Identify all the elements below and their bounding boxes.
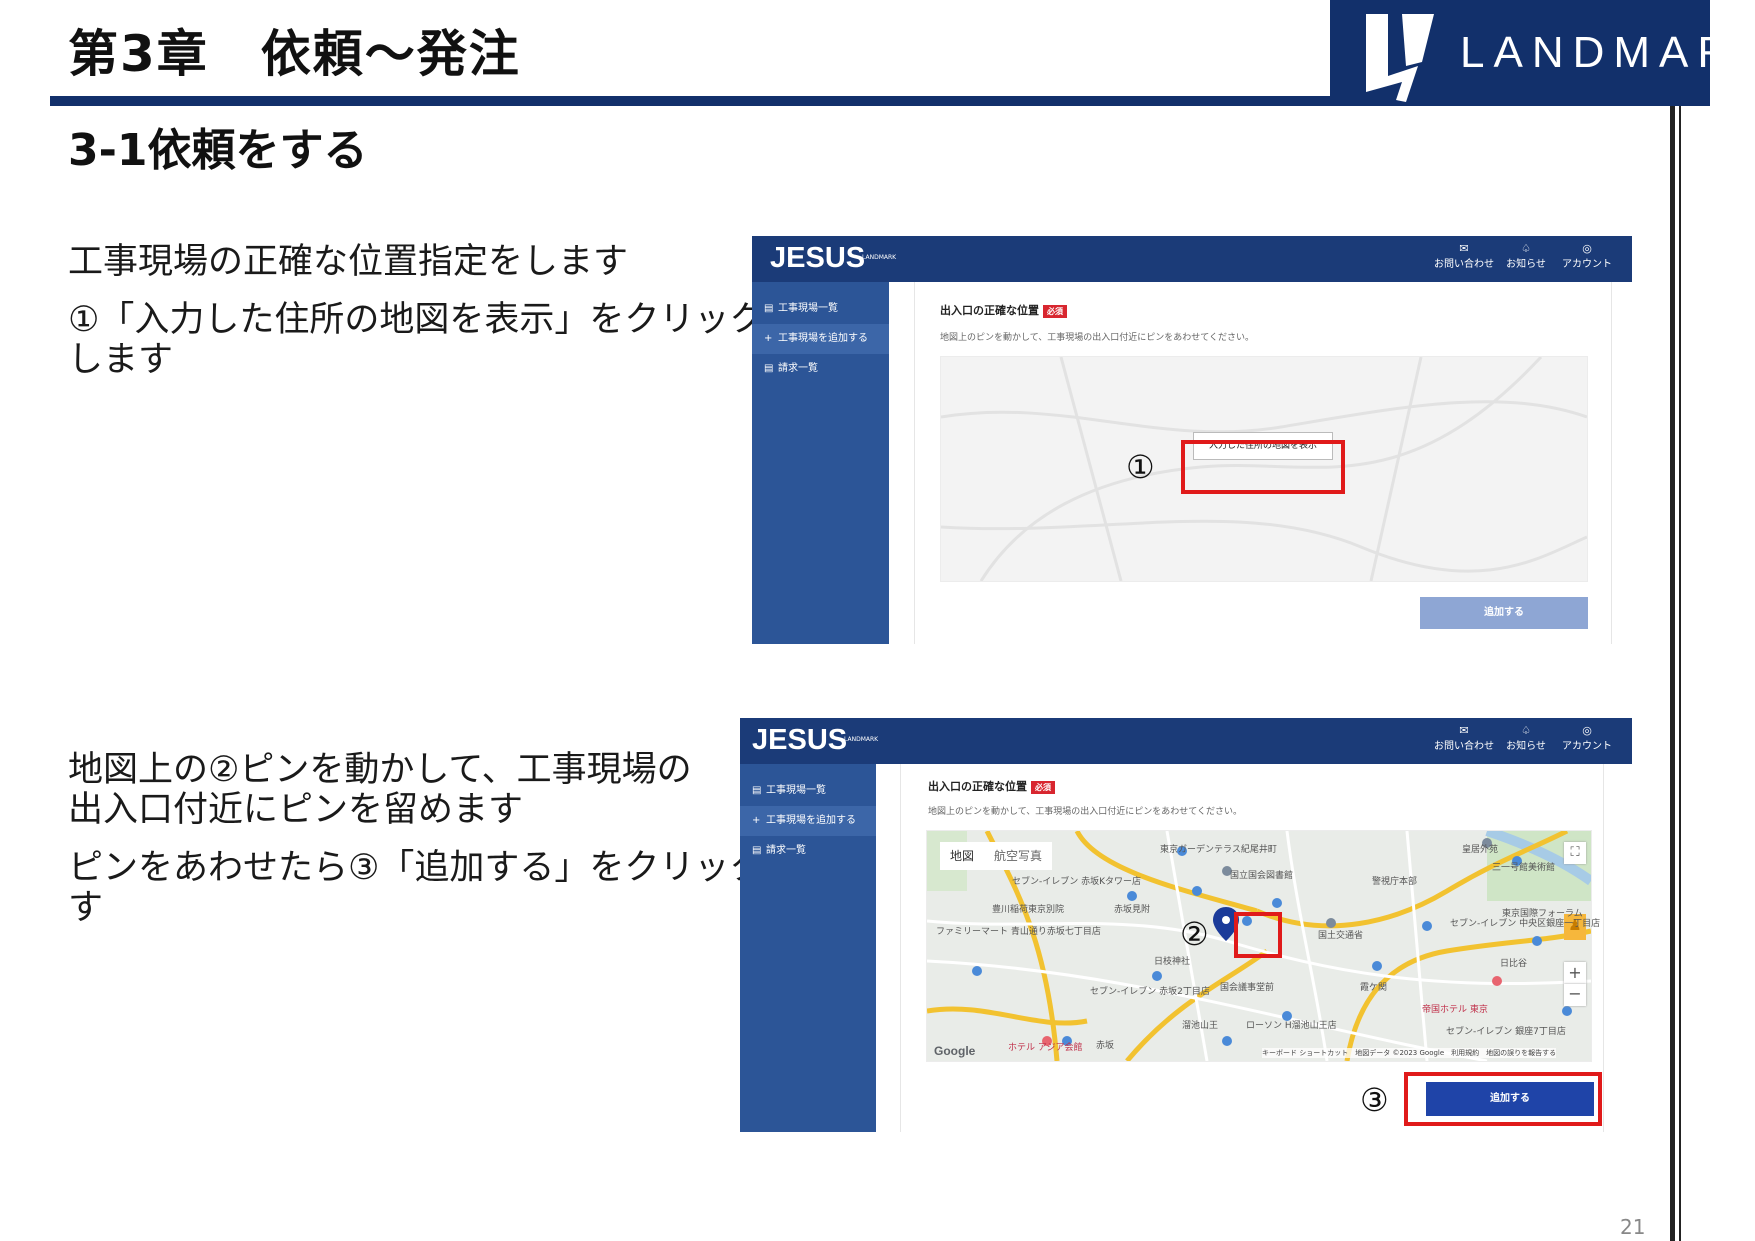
field-help: 地図上のピンを動かして、工事現場の出入口付近にピンをあわせてください。 — [940, 333, 1255, 343]
map-label: 赤坂見附 — [1114, 905, 1151, 915]
map-label: セブン-イレブン 中央区銀座一丁目店 — [1450, 919, 1601, 929]
required-badge-2: 必須 — [1031, 780, 1055, 794]
mail-icon: ✉ — [1459, 242, 1469, 255]
step1-line-2: ①「入力した住所の地図を表示」をクリック — [68, 300, 765, 340]
sidebar-item-invoices-2[interactable]: ▤ 請求一覧 — [740, 836, 876, 866]
nav-account[interactable]: ◎ アカウント — [1558, 242, 1616, 271]
field-label-2: 出入口の正確な位置 必須 — [928, 778, 1055, 794]
google-logo-text: Google — [934, 1044, 976, 1058]
highlight-box-3 — [1404, 1072, 1602, 1126]
field-label: 出入口の正確な位置 必須 — [940, 302, 1067, 318]
map-label: 豊川稲荷東京別院 — [992, 905, 1065, 915]
map-label: 警視庁本部 — [1372, 877, 1418, 887]
highlight-box-2 — [1234, 912, 1282, 958]
sidebar-item-site-list-2[interactable]: ▤ 工事現場一覧 — [740, 776, 876, 806]
app-brand-2: JESUS — [752, 724, 848, 756]
nav-notifications[interactable]: ♤ お知らせ — [1504, 242, 1548, 271]
chapter-title: 第3章 依頼～発注 — [68, 25, 521, 83]
fullscreen-icon[interactable]: ⛶ — [1564, 842, 1586, 864]
add-button-disabled[interactable]: 追加する — [1420, 597, 1588, 629]
map-label: 溜池山王 — [1182, 1021, 1219, 1031]
right-border — [1670, 106, 1675, 1241]
map-label: ファミリーマート 青山通り赤坂七丁目店 — [936, 927, 1101, 937]
field-help-2: 地図上のピンを動かして、工事現場の出入口付近にピンをあわせてください。 — [928, 807, 1243, 817]
sidebar-item-add-site-2[interactable]: + 工事現場を追加する — [740, 806, 876, 836]
step2-line-1: 地図上の②ピンを動かして、工事現場の — [68, 750, 692, 790]
step1-line-1: 工事現場の正確な位置指定をします — [68, 242, 629, 282]
sidebar-item-invoices[interactable]: ▤ 請求一覧 — [752, 354, 889, 384]
map-label: 国会議事堂前 — [1220, 983, 1275, 993]
marker-3: ③ — [1360, 1081, 1389, 1119]
bell-icon: ♤ — [1521, 242, 1531, 255]
map-label: 東京ガーデンテラス紀尾井町 — [1160, 845, 1277, 855]
marker-2: ② — [1180, 915, 1209, 953]
mail-icon: ✉ — [1459, 724, 1469, 737]
clipboard-icon: ▤ — [752, 785, 762, 796]
map-label: 三一号館美術館 — [1492, 863, 1556, 873]
map-label: 日比谷 — [1500, 959, 1528, 969]
nav-notifications-2[interactable]: ♤ お知らせ — [1504, 724, 1548, 753]
right-border-thin — [1679, 106, 1681, 1241]
map-label: セブン-イレブン 銀座7丁目店 — [1446, 1027, 1566, 1037]
required-badge: 必須 — [1043, 304, 1067, 318]
map-label: ホテル アジア会館 — [1008, 1043, 1083, 1053]
map-label: セブン-イレブン 赤坂Kタワー店 — [1012, 877, 1142, 887]
plus-icon: + — [764, 333, 773, 344]
document-icon: ▤ — [764, 363, 774, 374]
app-brand-sub-2: LANDMARK — [844, 736, 879, 743]
sidebar-item-add-site[interactable]: + 工事現場を追加する — [752, 324, 889, 354]
nav-contact[interactable]: ✉ お問い合わせ — [1434, 242, 1494, 271]
map-tab-roadmap[interactable]: 地図 — [940, 842, 985, 870]
nav-account-2[interactable]: ◎ アカウント — [1558, 724, 1616, 753]
step2-line-2: 出入口付近にピンを留めます — [68, 790, 524, 830]
map-label: 国立国会図書館 — [1230, 871, 1294, 881]
map-label: 赤坂 — [1096, 1041, 1115, 1051]
header-rule — [50, 96, 1340, 106]
map-tab-satellite[interactable]: 航空写真 — [984, 842, 1052, 870]
map-credit: キーボード ショートカット 地図データ ©2023 Google 利用規約 地図… — [1262, 1048, 1557, 1058]
zoom-out-button[interactable]: − — [1564, 984, 1586, 1006]
section-title: 3-1依頼をする — [68, 125, 368, 176]
account-icon: ◎ — [1582, 724, 1592, 737]
step1-line-3: します — [68, 340, 174, 380]
map-label: 国土交通省 — [1318, 931, 1364, 941]
zoom-in-button[interactable]: + — [1564, 962, 1586, 984]
landmark-logo-text: LANDMARK — [1460, 28, 1755, 77]
landmark-logo-icon — [1366, 14, 1434, 102]
map-label: 霞ケ関 — [1360, 983, 1388, 993]
map-label: セブン-イレブン 赤坂2丁目店 — [1090, 987, 1210, 997]
map-label: 皇居外苑 — [1462, 845, 1499, 855]
bell-icon: ♤ — [1521, 724, 1531, 737]
account-icon: ◎ — [1582, 242, 1592, 255]
map-label: 日枝神社 — [1154, 957, 1191, 967]
map-label: 帝国ホテル 東京 — [1422, 1005, 1488, 1015]
clipboard-icon: ▤ — [764, 303, 774, 314]
marker-1: ① — [1126, 448, 1155, 486]
document-icon: ▤ — [752, 845, 762, 856]
map-label: ローソン H溜池山王店 — [1246, 1021, 1337, 1031]
sidebar-item-site-list[interactable]: ▤ 工事現場一覧 — [752, 294, 889, 324]
nav-contact-2[interactable]: ✉ お問い合わせ — [1434, 724, 1494, 753]
app-brand-sub: LANDMARK — [862, 254, 897, 261]
plus-icon: + — [752, 815, 761, 826]
page-number: 21 — [1620, 1215, 1646, 1239]
step2-line-4: す — [68, 888, 104, 928]
app-brand: JESUS — [770, 242, 866, 274]
highlight-box-1 — [1181, 440, 1345, 494]
step2-line-3: ピンをあわせたら③「追加する」をクリックしま — [68, 848, 835, 888]
